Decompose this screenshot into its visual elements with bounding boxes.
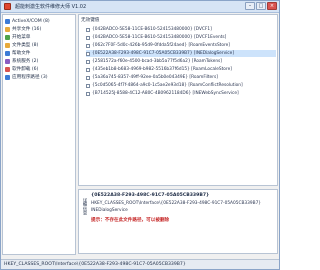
window-title: 超能刺激生软件维修大师 V1.02 xyxy=(15,4,87,10)
folder-icon xyxy=(5,19,10,24)
detail-value-name: INEDialogService xyxy=(91,208,128,213)
item-checkbox[interactable] xyxy=(86,27,90,32)
list-item[interactable]: {062c7F0F-5d0c-426b-95d9-0fdda5f24aed} [… xyxy=(86,42,276,49)
detail-key: {0E522A38-F293-498C-91C7-05A05CB339B7} xyxy=(91,193,210,198)
list-item-text: {042BADC0-5E58-11CE-B610-524153480000} [… xyxy=(92,27,212,32)
list-item[interactable]: {042BADC0-5E58-11CE-B610-524153480000} [… xyxy=(86,34,276,41)
detail-side-label: 详细信息 xyxy=(82,198,87,216)
item-checkbox[interactable] xyxy=(86,91,90,96)
tree-item-help-files[interactable]: 帮助文件 xyxy=(5,50,75,57)
list-item-text: {435eb1b8-b683-4969-b982-5516b37f6d15} [… xyxy=(92,67,232,72)
category-tree[interactable]: ActiveX/COM (8) 共享文件 (16) 开始菜单 文件类型 (8) … xyxy=(2,14,76,255)
list-item-text: {5c0d5065-4f7f-4864-a9c0-1c5ae2e93d18} [… xyxy=(92,83,243,88)
service-icon xyxy=(5,59,10,64)
app-path-icon xyxy=(5,75,10,80)
item-checkbox[interactable] xyxy=(86,59,90,64)
file-type-icon xyxy=(5,43,10,48)
list-header: 无效键值 xyxy=(81,18,100,23)
title-bar[interactable]: 超能刺激生软件维修大师 V1.02 – □ × xyxy=(1,1,279,13)
item-checkbox[interactable] xyxy=(86,51,90,56)
window-controls: – □ × xyxy=(245,2,277,11)
item-checkbox[interactable] xyxy=(86,83,90,88)
item-checkbox[interactable] xyxy=(86,67,90,72)
list-item-text: {B714525J-8588-4C12-A80C-4B09621184D6} [… xyxy=(92,91,239,96)
detail-warning: 提示：不存在此文件路径，可以被删除 xyxy=(91,218,170,223)
list-item[interactable]: {042BADC0-5E58-11CE-B610-524153480000} [… xyxy=(86,26,276,33)
tree-item-label: 帮助文件 xyxy=(12,51,31,56)
list-item-text: {5a36a745-8357-49ff-92ee-0a5b0e04349E} [… xyxy=(92,75,218,80)
list-item[interactable]: {5a36a745-8357-49ff-92ee-0a5b0e04349E} [… xyxy=(86,74,276,81)
item-checkbox[interactable] xyxy=(86,43,90,48)
tree-item-shared-files[interactable]: 共享文件 (16) xyxy=(5,26,75,33)
help-icon xyxy=(5,51,10,56)
list-item[interactable]: {5c0d5065-4f7f-4864-a9c0-1c5ae2e93d18} [… xyxy=(86,82,276,89)
list-item[interactable]: {435eb1b8-b683-4969-b982-5516b37f6d15} [… xyxy=(86,66,276,73)
app-logo-icon xyxy=(4,3,11,10)
invalid-keys-list[interactable]: 无效键值 {042BADC0-5E58-11CE-B610-5241534800… xyxy=(78,14,278,186)
minimize-button[interactable]: – xyxy=(245,2,255,10)
tree-item-label: 共享文件 (16) xyxy=(12,27,42,32)
list-item-text: {0E522A38-F293-498C-91C7-05A05CB339B7} [… xyxy=(92,51,234,56)
list-item[interactable]: {2581572a-f60e-4500-bcad-3bb5a77f5d6a2} … xyxy=(86,58,276,65)
close-button[interactable]: × xyxy=(267,2,277,10)
tree-item-label: 开始菜单 xyxy=(12,35,31,40)
tree-item-app-paths[interactable]: 应用程序路径 (3) xyxy=(5,74,75,81)
list-item-selected[interactable]: {0E522A38-F293-498C-91C7-05A05CB339B7} [… xyxy=(86,50,276,57)
tree-item-label: 软件卸载 (6) xyxy=(12,67,39,72)
status-bar: HKEY_CLASSES_ROOT\Interface\{0E522A38-F2… xyxy=(1,259,279,269)
list-item[interactable]: {B714525J-8588-4C12-A80C-4B09621184D6} [… xyxy=(86,90,276,97)
detail-registry-path: HKEY_CLASSES_ROOT\Interface\{0E522A38-F2… xyxy=(91,201,262,206)
list-item-text: {062c7F0F-5d0c-426b-95d9-0fdda5f24aed} [… xyxy=(92,43,230,48)
uninstall-icon xyxy=(5,67,10,72)
item-checkbox[interactable] xyxy=(86,75,90,80)
maximize-button[interactable]: □ xyxy=(256,2,266,10)
tree-item-uninstall[interactable]: 软件卸载 (6) xyxy=(5,66,75,73)
list-item-text: {042BADC0-5E58-11CE-B610-524153480000} [… xyxy=(92,35,227,40)
tree-item-label: 应用程序路径 (3) xyxy=(12,75,48,80)
app-window: 超能刺激生软件维修大师 V1.02 – □ × ActiveX/COM (8) … xyxy=(0,0,280,270)
start-menu-icon xyxy=(5,35,10,40)
tree-item-system-services[interactable]: 系统服务 (2) xyxy=(5,58,75,65)
tree-item-label: ActiveX/COM (8) xyxy=(12,19,50,24)
status-text: HKEY_CLASSES_ROOT\Interface\{0E522A38-F2… xyxy=(4,262,186,267)
item-checkbox[interactable] xyxy=(86,35,90,40)
folder-icon xyxy=(5,27,10,32)
tree-item-file-types[interactable]: 文件类型 (8) xyxy=(5,42,75,49)
list-item-text: {2581572a-f60e-4500-bcad-3bb5a77f5d6a2} … xyxy=(92,59,222,64)
tree-item-label: 文件类型 (8) xyxy=(12,43,39,48)
tree-item-start-menu[interactable]: 开始菜单 xyxy=(5,34,75,41)
tree-item-activex[interactable]: ActiveX/COM (8) xyxy=(5,18,75,25)
tree-item-label: 系统服务 (2) xyxy=(12,59,39,64)
detail-panel: 详细信息 {0E522A38-F293-498C-91C7-05A05CB339… xyxy=(78,189,278,254)
